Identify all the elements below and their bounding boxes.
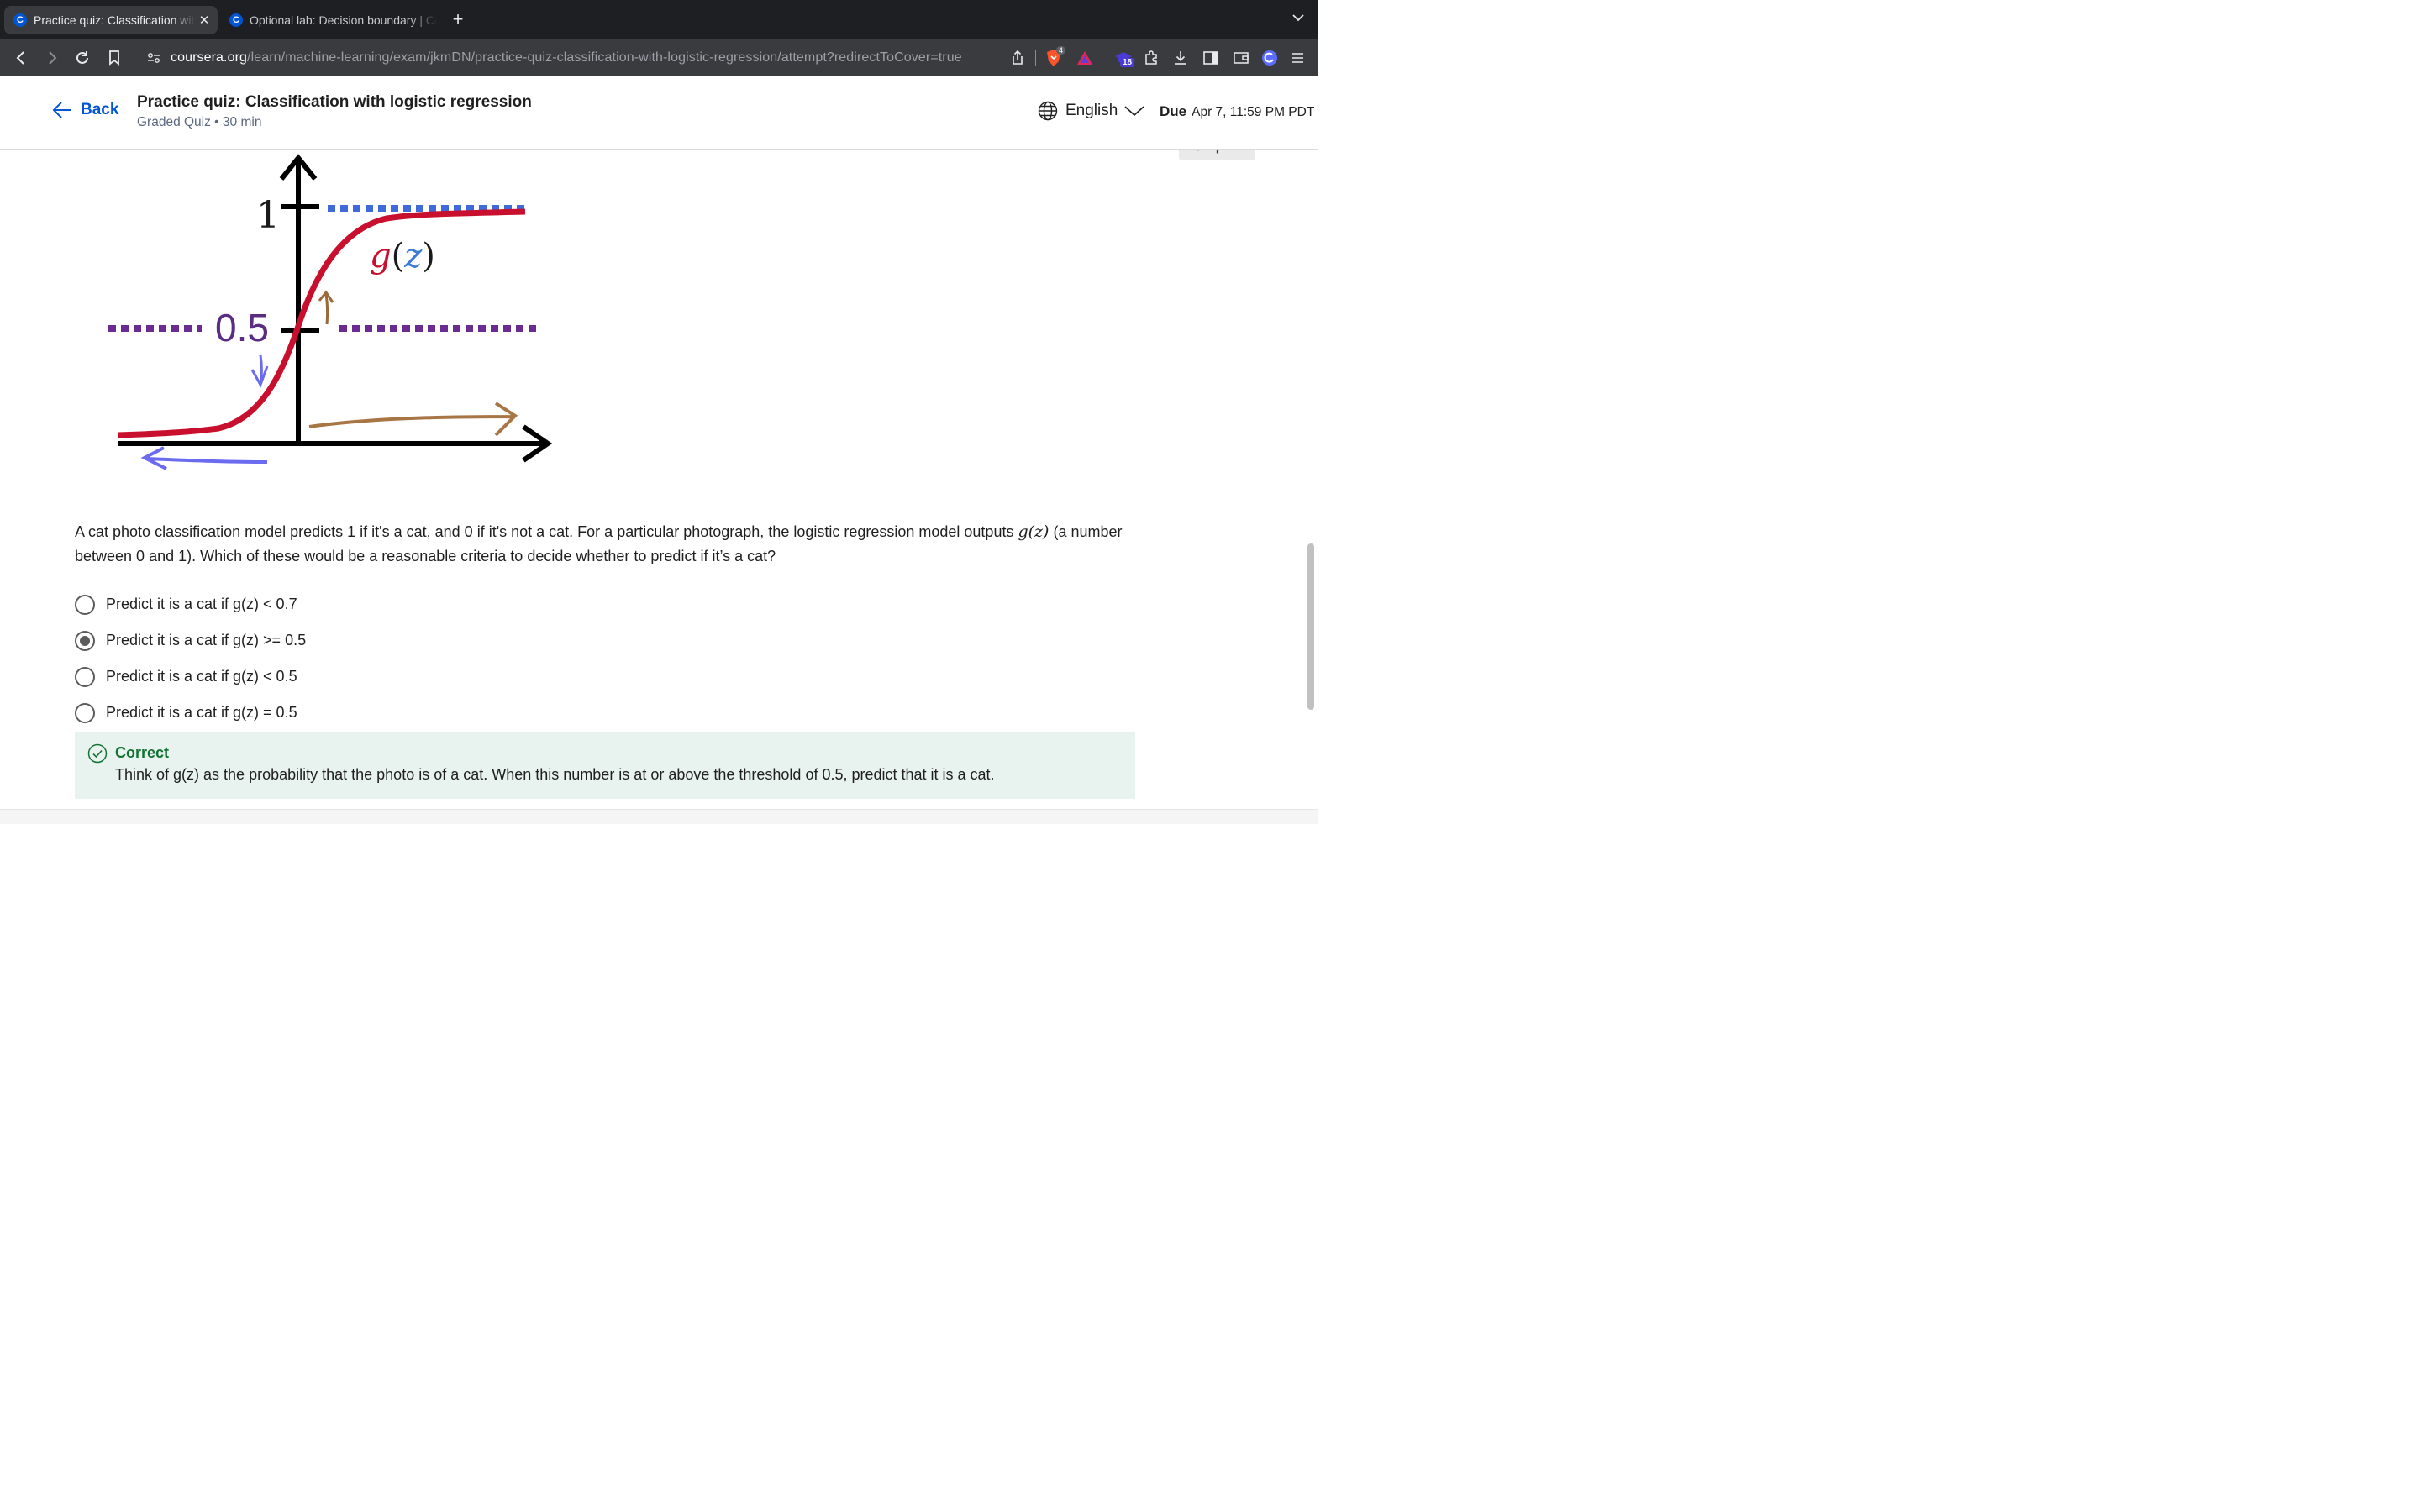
- quiz-header: Back Practice quiz: Classification with …: [0, 76, 1318, 150]
- close-icon[interactable]: ✕: [196, 13, 213, 28]
- brave-rewards-icon[interactable]: [1075, 48, 1095, 68]
- blue-down-arrow: [250, 354, 269, 388]
- radio-button-checked[interactable]: [75, 630, 95, 651]
- language-selector[interactable]: English: [1038, 101, 1144, 121]
- option-label: Predict it is a cat if g(z) < 0.5: [106, 668, 297, 685]
- address-bar[interactable]: coursera.org/learn/machine-learning/exam…: [137, 45, 1029, 71]
- option-label: Predict it is a cat if g(z) < 0.7: [106, 596, 297, 612]
- back-button[interactable]: Back: [52, 101, 118, 119]
- radio-button[interactable]: [75, 702, 95, 723]
- tab-optional-lab[interactable]: C Optional lab: Decision boundary | Cour…: [220, 6, 437, 34]
- label-half: 0.5: [215, 306, 269, 349]
- coursera-favicon-icon: C: [13, 13, 27, 27]
- radio-button[interactable]: [75, 594, 95, 615]
- sidebar-toggle-icon[interactable]: [1201, 48, 1221, 68]
- curve-label-g: g: [370, 237, 392, 276]
- quiz-subtitle: Graded Quiz • 30 min: [137, 115, 262, 129]
- url-path: /learn/machine-learning/exam/jkmDN/pract…: [247, 50, 962, 65]
- tab-search-chevron-icon[interactable]: [1292, 11, 1304, 26]
- download-icon[interactable]: [1171, 48, 1191, 68]
- url-text: coursera.org/learn/machine-learning/exam…: [171, 50, 962, 66]
- language-label: English: [1065, 102, 1118, 119]
- wallet-icon[interactable]: [1231, 48, 1251, 68]
- page-scrollbar-thumb[interactable]: [1307, 543, 1314, 710]
- points-badge: 1 / 1 point: [1179, 150, 1255, 160]
- answer-option[interactable]: Predict it is a cat if g(z) < 0.7: [75, 586, 306, 622]
- tab-title: Optional lab: Decision boundary | Course…: [250, 13, 437, 27]
- brown-right-arrow: [308, 402, 518, 437]
- page-title: Practice quiz: Classification with logis…: [137, 93, 532, 111]
- question-text: A cat photo classification model predict…: [75, 520, 1138, 569]
- check-circle-icon: [87, 743, 108, 764]
- due-value: Apr 7, 11:59 PM PDT: [1192, 105, 1315, 119]
- sigmoid-figure: 1 0.5 g(z): [108, 154, 553, 470]
- bookmark-icon[interactable]: [104, 48, 124, 68]
- browser-tab-bar: C Practice quiz: Classification with log…: [0, 0, 1318, 39]
- brown-up-arrow: [318, 290, 334, 325]
- url-host: coursera.org: [171, 50, 248, 65]
- question-content: 1 / 1 point 1 0.5 g(z) A cat photo class…: [0, 150, 1318, 809]
- share-icon[interactable]: [1007, 48, 1028, 68]
- site-settings-icon[interactable]: [144, 48, 164, 68]
- option-label: Predict it is a cat if g(z) = 0.5: [106, 704, 297, 721]
- arrow-left-icon: [52, 102, 71, 118]
- radio-button[interactable]: [75, 666, 95, 687]
- extensions-puzzle-icon[interactable]: [1141, 48, 1161, 68]
- forward-arrow-icon[interactable]: [42, 48, 62, 68]
- chevron-down-icon: [1124, 106, 1144, 117]
- due-date: Due Apr 7, 11:59 PM PDT: [1160, 103, 1314, 120]
- feedback-text: Think of g(z) as the probability that th…: [115, 766, 995, 783]
- reload-icon[interactable]: [72, 48, 92, 68]
- new-tab-plus-icon[interactable]: +: [447, 8, 469, 30]
- extension-badge: 18: [1120, 58, 1135, 67]
- curve-label: g(z): [370, 237, 435, 276]
- feedback-correct: Correct Think of g(z) as the probability…: [75, 732, 1135, 799]
- answer-option[interactable]: Predict it is a cat if g(z) < 0.5: [75, 659, 306, 695]
- label-one: 1: [256, 194, 280, 237]
- page-bottom-border: [0, 809, 1318, 824]
- option-label: Predict it is a cat if g(z) >= 0.5: [106, 632, 307, 648]
- feedback-title: Correct: [115, 744, 170, 761]
- globe-icon: [1038, 101, 1058, 121]
- menu-hamburger-icon[interactable]: [1287, 48, 1307, 68]
- due-label: Due: [1160, 103, 1187, 119]
- tab-title: Practice quiz: Classification with logis…: [34, 13, 196, 27]
- shields-count-badge: 4: [1056, 46, 1066, 55]
- curve-label-z: z: [403, 237, 423, 276]
- coursera-favicon-icon: C: [229, 13, 243, 27]
- blue-left-arrow: [140, 446, 268, 470]
- browser-toolbar: coursera.org/learn/machine-learning/exam…: [0, 39, 1318, 76]
- question-text-before: A cat photo classification model predict…: [75, 523, 1018, 540]
- answer-option-selected[interactable]: Predict it is a cat if g(z) >= 0.5: [75, 622, 306, 659]
- curve-label-close-paren: ): [422, 237, 435, 276]
- answer-option[interactable]: Predict it is a cat if g(z) = 0.5: [75, 695, 306, 731]
- sigmoid-curve: [117, 208, 526, 438]
- curve-label-open-paren: (: [392, 237, 405, 276]
- back-label: Back: [81, 101, 119, 118]
- back-arrow-icon[interactable]: [11, 48, 31, 68]
- tab-practice-quiz[interactable]: C Practice quiz: Classification with log…: [4, 6, 218, 34]
- leo-ai-icon[interactable]: [1260, 48, 1280, 68]
- answer-options: Predict it is a cat if g(z) < 0.7 Predic…: [75, 586, 306, 731]
- toolbar-divider: [1035, 50, 1036, 66]
- question-math: g(z): [1018, 522, 1050, 541]
